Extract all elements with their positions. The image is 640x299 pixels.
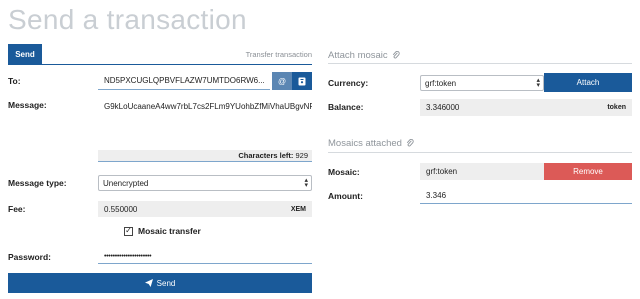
characters-left-value: 929 [295,151,308,160]
paper-plane-icon [144,279,153,287]
check-icon[interactable]: ✓ [124,226,133,236]
fee-label: Fee: [8,204,26,214]
mosaic-transfer-toggle[interactable]: ✓ Mosaic transfer [124,226,201,236]
paperclip-icon [392,51,400,59]
fee-unit: XEM [290,205,306,213]
mosaic-label: Mosaic: [328,167,360,177]
recipient-address-input[interactable]: ND5PXCUGLQPBVFLAZW7UMTDO6RW6... [98,72,270,90]
send-button-label: Send [156,278,176,288]
characters-left: Characters left: 929 [98,150,312,162]
tab-bar: Send Transfer transaction [8,44,312,65]
select-arrows-icon: ▴ ▾ [304,177,308,189]
amount-input[interactable]: 3.346 [420,187,632,204]
attach-mosaic-title-text: Attach mosaic [328,50,388,61]
mosaics-attached-title-text: Mosaics attached [328,138,402,149]
currency-label: Currency: [328,78,369,88]
password-input[interactable]: •••••••••••••••••••••• [98,249,312,264]
message-label: Message: [8,100,47,110]
attach-button[interactable]: Attach [544,73,632,92]
balance-field: 3.346000 token [420,99,632,116]
address-book-icon[interactable] [292,72,312,90]
mosaic-name-field: grf:token [420,163,544,180]
message-textarea[interactable]: G9kLoUcaaneA4ww7rbL7cs2FLm9YUohbZfMiVhaU… [98,98,312,150]
amount-label: Amount: [328,191,363,201]
send-button[interactable]: Send [8,273,312,293]
select-arrows-icon: ▴ ▾ [536,77,540,89]
message-type-value: Unencrypted [103,178,149,188]
attach-mosaic-divider [328,63,632,64]
characters-left-label: Characters left: [238,151,294,160]
fee-field: 0.550000 XEM [98,201,312,217]
at-icon[interactable]: @ [272,72,292,90]
message-type-label: Message type: [8,178,67,188]
balance-label: Balance: [328,102,364,112]
balance-value: 3.346000 [426,103,460,112]
mosaics-attached-divider [328,152,632,153]
attach-mosaic-title: Attach mosaic [328,50,400,61]
currency-select[interactable]: grf:token ▴ ▾ [420,75,544,91]
tab-transfer-transaction[interactable]: Transfer transaction [246,50,312,59]
mosaics-attached-title: Mosaics attached [328,138,414,149]
balance-unit: token [607,104,626,111]
fee-value: 0.550000 [104,204,138,214]
to-label: To: [8,76,21,86]
password-label: Password: [8,252,51,262]
paperclip-icon [406,139,414,147]
message-type-select[interactable]: Unencrypted ▴ ▾ [98,175,312,191]
mosaic-transfer-label: Mosaic transfer [138,226,201,236]
tab-send[interactable]: Send [8,44,42,65]
currency-value: grf:token [425,78,457,88]
remove-button[interactable]: Remove [544,163,632,180]
page-title: Send a transaction [8,4,247,35]
